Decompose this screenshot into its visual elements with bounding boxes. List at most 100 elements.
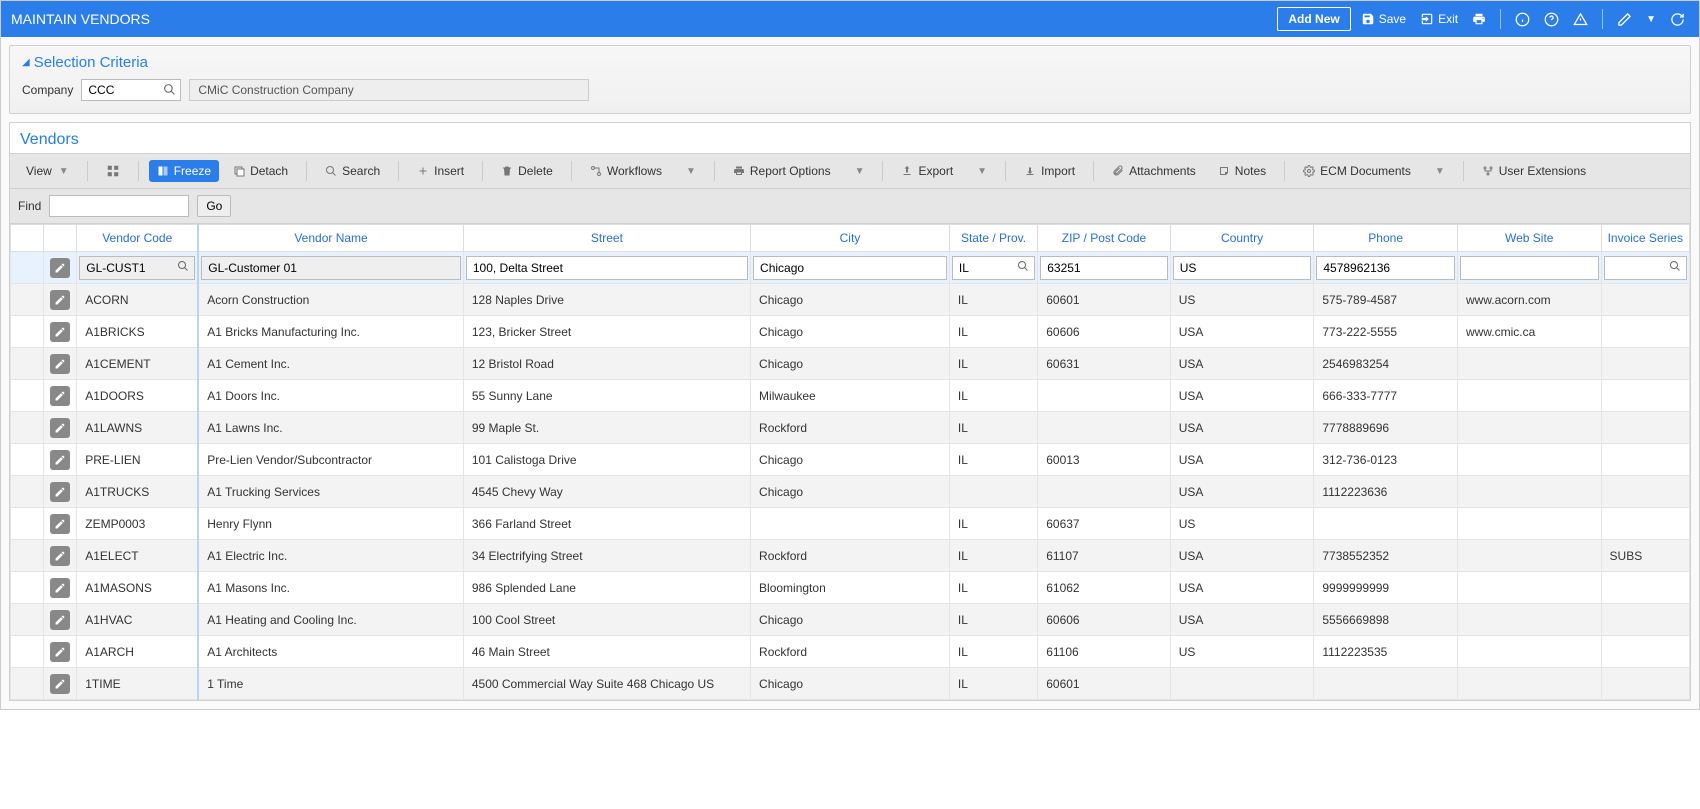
- search-icon[interactable]: [177, 260, 189, 272]
- company-label: Company: [22, 83, 73, 97]
- workflows-button[interactable]: Workflows: [582, 160, 670, 182]
- report-options-caret[interactable]: ▼: [845, 162, 873, 181]
- col-vendor-code[interactable]: Vendor Code: [77, 225, 199, 252]
- sel-vendor-name[interactable]: [201, 256, 461, 280]
- table-row[interactable]: A1LAWNSA1 Lawns Inc.99 Maple St.Rockford…: [11, 412, 1690, 444]
- table-row[interactable]: A1MASONSA1 Masons Inc.986 Splended LaneB…: [11, 572, 1690, 604]
- table-row[interactable]: PRE-LIENPre-Lien Vendor/Subcontractor101…: [11, 444, 1690, 476]
- format-icon[interactable]: [98, 160, 128, 182]
- table-row[interactable]: A1TRUCKSA1 Trucking Services4545 Chevy W…: [11, 476, 1690, 508]
- add-new-button[interactable]: Add New: [1277, 7, 1350, 31]
- delete-button[interactable]: Delete: [493, 160, 561, 182]
- table-row-selected[interactable]: [11, 252, 1690, 284]
- edit-row-icon[interactable]: [50, 290, 70, 310]
- col-website[interactable]: Web Site: [1457, 225, 1601, 252]
- insert-button[interactable]: Insert: [409, 160, 472, 182]
- cell-vendor-name: A1 Masons Inc.: [198, 572, 463, 604]
- cell-phone: 7738552352: [1314, 540, 1458, 572]
- edit-row-icon[interactable]: [50, 258, 70, 278]
- dropdown-caret-icon[interactable]: ▼: [1642, 14, 1660, 25]
- insert-label: Insert: [434, 164, 464, 178]
- exit-icon: [1420, 12, 1434, 26]
- table-row[interactable]: 1TIME1 Time4500 Commercial Way Suite 468…: [11, 668, 1690, 700]
- col-vendor-name[interactable]: Vendor Name: [198, 225, 463, 252]
- col-invoice-series[interactable]: Invoice Series: [1601, 225, 1689, 252]
- edit-row-icon[interactable]: [50, 514, 70, 534]
- col-phone[interactable]: Phone: [1314, 225, 1458, 252]
- col-city[interactable]: City: [751, 225, 950, 252]
- cell-phone: 312-736-0123: [1314, 444, 1458, 476]
- search-icon[interactable]: [1017, 260, 1029, 272]
- view-menu[interactable]: View▼: [18, 160, 77, 182]
- warning-icon[interactable]: [1569, 12, 1592, 27]
- ecm-documents-caret[interactable]: ▼: [1425, 162, 1453, 181]
- cell-vendor-code: A1ELECT: [77, 540, 199, 572]
- table-row[interactable]: A1CEMENTA1 Cement Inc.12 Bristol RoadChi…: [11, 348, 1690, 380]
- sel-country[interactable]: [1173, 256, 1312, 280]
- import-button[interactable]: Import: [1016, 160, 1083, 182]
- help-icon[interactable]: [1540, 12, 1563, 27]
- export-button[interactable]: Export: [893, 160, 961, 182]
- edit-row-icon[interactable]: [50, 546, 70, 566]
- freeze-button[interactable]: Freeze: [149, 160, 219, 182]
- sel-website[interactable]: [1460, 256, 1599, 280]
- find-input[interactable]: [49, 195, 189, 217]
- table-row[interactable]: ACORNAcorn Construction128 Naples DriveC…: [11, 284, 1690, 316]
- export-caret[interactable]: ▼: [967, 162, 995, 181]
- edit-row-icon[interactable]: [50, 642, 70, 662]
- save-button[interactable]: Save: [1357, 12, 1410, 26]
- cell-country: US: [1170, 284, 1314, 316]
- notes-button[interactable]: Notes: [1210, 160, 1274, 182]
- edit-row-icon[interactable]: [50, 322, 70, 342]
- cell-city: Chicago: [751, 348, 950, 380]
- exit-button[interactable]: Exit: [1416, 12, 1462, 26]
- col-zip[interactable]: ZIP / Post Code: [1038, 225, 1171, 252]
- table-row[interactable]: A1ELECTA1 Electric Inc.34 Electrifying S…: [11, 540, 1690, 572]
- attachments-button[interactable]: Attachments: [1104, 160, 1204, 182]
- edit-row-icon[interactable]: [50, 482, 70, 502]
- sel-city[interactable]: [753, 256, 947, 280]
- col-country[interactable]: Country: [1170, 225, 1314, 252]
- ecm-documents-button[interactable]: ECM Documents: [1295, 160, 1419, 182]
- search-button[interactable]: Search: [317, 160, 388, 182]
- edit-row-icon[interactable]: [50, 354, 70, 374]
- cell-phone: [1314, 668, 1458, 700]
- edit-row-icon[interactable]: [50, 674, 70, 694]
- table-row[interactable]: A1HVACA1 Heating and Cooling Inc.100 Coo…: [11, 604, 1690, 636]
- edit-row-icon[interactable]: [50, 578, 70, 598]
- refresh-icon[interactable]: [1666, 12, 1689, 27]
- edit-row-icon[interactable]: [50, 386, 70, 406]
- find-label: Find: [18, 199, 41, 213]
- selection-criteria-header[interactable]: ◢ Selection Criteria: [22, 54, 1678, 71]
- report-options-button[interactable]: Report Options: [725, 160, 839, 182]
- table-row[interactable]: ZEMP0003Henry Flynn366 Farland StreetIL6…: [11, 508, 1690, 540]
- cell-phone: 575-789-4587: [1314, 284, 1458, 316]
- table-row[interactable]: A1ARCHA1 Architects46 Main StreetRockfor…: [11, 636, 1690, 668]
- col-state[interactable]: State / Prov.: [949, 225, 1037, 252]
- report-options-label: Report Options: [750, 164, 831, 178]
- sel-phone[interactable]: [1316, 256, 1455, 280]
- workflows-caret[interactable]: ▼: [676, 162, 704, 181]
- edit-row-icon[interactable]: [50, 450, 70, 470]
- user-extensions-button[interactable]: User Extensions: [1474, 160, 1594, 182]
- cell-vendor-code: ZEMP0003: [77, 508, 199, 540]
- cell-country: USA: [1170, 380, 1314, 412]
- search-icon[interactable]: [1669, 260, 1681, 272]
- col-street[interactable]: Street: [463, 225, 750, 252]
- sel-zip[interactable]: [1040, 256, 1168, 280]
- cell-zip: [1038, 380, 1171, 412]
- print-icon[interactable]: [1468, 12, 1490, 26]
- search-icon[interactable]: [163, 83, 176, 96]
- table-row[interactable]: A1DOORSA1 Doors Inc.55 Sunny LaneMilwauk…: [11, 380, 1690, 412]
- go-button[interactable]: Go: [197, 195, 231, 217]
- info-icon[interactable]: [1511, 12, 1534, 27]
- edit-row-icon[interactable]: [50, 610, 70, 630]
- cell-city: Rockford: [751, 540, 950, 572]
- cell-website: [1457, 604, 1601, 636]
- edit-row-icon[interactable]: [50, 418, 70, 438]
- edit-mode-icon[interactable]: [1613, 12, 1636, 27]
- vendors-title: Vendors: [10, 123, 1690, 153]
- detach-button[interactable]: Detach: [225, 160, 296, 182]
- sel-street[interactable]: [466, 256, 748, 280]
- table-row[interactable]: A1BRICKSA1 Bricks Manufacturing Inc.123,…: [11, 316, 1690, 348]
